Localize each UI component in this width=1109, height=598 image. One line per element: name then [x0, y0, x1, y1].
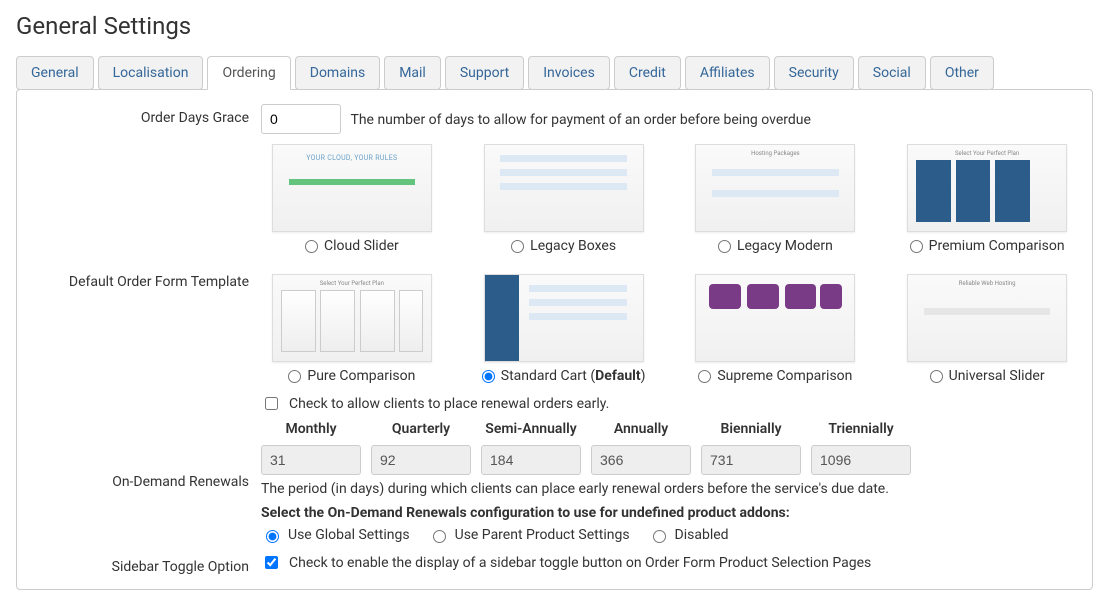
- page-title: General Settings: [16, 12, 1093, 40]
- on-demand-renewals-label: On-Demand Renewals: [31, 394, 261, 490]
- renewal-quarterly-input[interactable]: [371, 445, 471, 475]
- tab-localisation[interactable]: Localisation: [98, 56, 204, 90]
- renewal-triennially-input[interactable]: [811, 445, 911, 475]
- addon-radio-global[interactable]: [266, 530, 279, 543]
- early-renewal-text: Check to allow clients to place renewal …: [289, 396, 609, 412]
- tab-affiliates[interactable]: Affiliates: [685, 56, 770, 90]
- template-grid: YOUR CLOUD, YOUR RULES Cloud Slider Leg: [261, 144, 1078, 384]
- template-name: Supreme Comparison: [717, 368, 852, 384]
- col-header-quarterly: Quarterly: [371, 421, 471, 437]
- tab-support[interactable]: Support: [445, 56, 524, 90]
- template-card-premium-comparison[interactable]: Select Your Perfect Plan Premium Compari…: [896, 144, 1078, 254]
- tab-credit[interactable]: Credit: [614, 56, 681, 90]
- template-thumb: Reliable Web Hosting: [907, 274, 1067, 362]
- settings-panel: Order Days Grace The number of days to a…: [16, 89, 1093, 590]
- template-card-cloud-slider[interactable]: YOUR CLOUD, YOUR RULES Cloud Slider: [261, 144, 443, 254]
- tab-social[interactable]: Social: [858, 56, 926, 90]
- template-thumb: [695, 274, 855, 362]
- sidebar-toggle-text: Check to enable the display of a sidebar…: [289, 555, 871, 571]
- addon-radio-parent[interactable]: [433, 530, 446, 543]
- sidebar-toggle-label: Sidebar Toggle Option: [31, 553, 261, 575]
- renewal-help-text: The period (in days) during which client…: [261, 481, 1078, 497]
- template-thumb: [484, 274, 644, 362]
- renewal-semi-input[interactable]: [481, 445, 581, 475]
- template-radio-standard-cart[interactable]: [482, 370, 495, 383]
- template-thumb: YOUR CLOUD, YOUR RULES: [272, 144, 432, 232]
- sidebar-toggle-checkbox[interactable]: [265, 556, 278, 569]
- order-days-grace-help: The number of days to allow for payment …: [350, 112, 810, 128]
- template-radio-supreme-comparison[interactable]: [698, 370, 711, 383]
- order-days-grace-label: Order Days Grace: [31, 104, 261, 126]
- tab-ordering[interactable]: Ordering: [207, 56, 290, 90]
- addon-radio-disabled-label: Disabled: [675, 527, 729, 543]
- template-radio-legacy-boxes[interactable]: [511, 240, 524, 253]
- tab-invoices[interactable]: Invoices: [528, 56, 610, 90]
- template-thumb: Select Your Perfect Plan: [907, 144, 1067, 232]
- tab-general[interactable]: General: [16, 56, 94, 90]
- tab-security[interactable]: Security: [774, 56, 854, 90]
- col-header-monthly: Monthly: [261, 421, 361, 437]
- template-card-pure-comparison[interactable]: Select Your Perfect Plan Pure Comparison: [261, 274, 443, 384]
- template-thumb: [484, 144, 644, 232]
- order-days-grace-input[interactable]: [261, 104, 341, 134]
- early-renewal-checkbox[interactable]: [265, 397, 278, 410]
- template-thumb: Hosting Packages: [695, 144, 855, 232]
- addon-config-heading: Select the On-Demand Renewals configurat…: [261, 505, 1078, 521]
- template-radio-cloud-slider[interactable]: [305, 240, 318, 253]
- template-radio-legacy-modern[interactable]: [718, 240, 731, 253]
- default-template-label: Default Order Form Template: [31, 144, 261, 290]
- template-name: Legacy Modern: [737, 238, 833, 254]
- addon-radio-disabled[interactable]: [653, 530, 666, 543]
- tab-domains[interactable]: Domains: [295, 56, 380, 90]
- template-radio-pure-comparison[interactable]: [288, 370, 301, 383]
- renewal-period-table: Monthly Quarterly Semi-Annually Annually…: [261, 421, 1078, 475]
- template-name: Premium Comparison: [929, 238, 1065, 254]
- template-radio-premium-comparison[interactable]: [910, 240, 923, 253]
- template-name: Cloud Slider: [324, 238, 399, 254]
- template-name: Standard Cart (Default): [501, 368, 646, 384]
- tab-mail[interactable]: Mail: [384, 56, 441, 90]
- col-header-triennially: Triennially: [811, 421, 911, 437]
- tab-other[interactable]: Other: [930, 56, 994, 90]
- col-header-semi: Semi-Annually: [481, 421, 581, 437]
- template-card-legacy-boxes[interactable]: Legacy Boxes: [473, 144, 655, 254]
- template-card-universal-slider[interactable]: Reliable Web Hosting Universal Slider: [896, 274, 1078, 384]
- template-name: Universal Slider: [949, 368, 1045, 384]
- template-radio-universal-slider[interactable]: [930, 370, 943, 383]
- renewal-annually-input[interactable]: [591, 445, 691, 475]
- renewal-biennially-input[interactable]: [701, 445, 801, 475]
- addon-radio-parent-label: Use Parent Product Settings: [455, 527, 630, 543]
- template-card-supreme-comparison[interactable]: Supreme Comparison: [685, 274, 867, 384]
- template-card-legacy-modern[interactable]: Hosting Packages Legacy Modern: [685, 144, 867, 254]
- template-name: Legacy Boxes: [530, 238, 616, 254]
- col-header-annually: Annually: [591, 421, 691, 437]
- addon-radio-global-label: Use Global Settings: [288, 527, 410, 543]
- tab-bar: General Localisation Ordering Domains Ma…: [16, 56, 1093, 90]
- template-card-standard-cart[interactable]: Standard Cart (Default): [473, 274, 655, 384]
- renewal-monthly-input[interactable]: [261, 445, 361, 475]
- template-thumb: Select Your Perfect Plan: [272, 274, 432, 362]
- template-name: Pure Comparison: [307, 368, 415, 384]
- col-header-biennially: Biennially: [701, 421, 801, 437]
